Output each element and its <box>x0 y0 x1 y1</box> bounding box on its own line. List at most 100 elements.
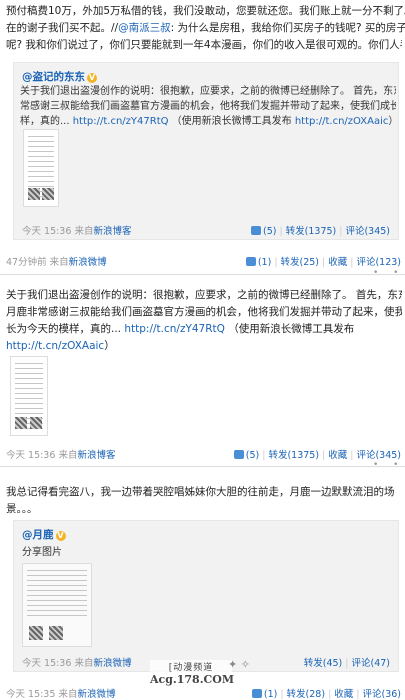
divider <box>0 274 405 275</box>
like-icon <box>250 226 261 235</box>
post3-like-button[interactable]: (1) <box>251 689 278 700</box>
repost-author-line: @盗记的东东 V <box>22 69 97 84</box>
post3-line2: 景。。。 <box>6 503 38 515</box>
post3-favorite[interactable]: 收藏 <box>334 689 353 700</box>
thumbnail-qr-icon <box>42 188 54 200</box>
post3-meta-right: (1) | 转发(28) | 收藏 | 评论(36) <box>251 686 401 700</box>
post1-line2-b: : 为什么是房租，我给你们买房子的钱呢? 买的房子 <box>170 22 405 34</box>
post1-source[interactable]: 新浪微博 <box>69 257 107 268</box>
post2-likes: (5) <box>245 450 260 461</box>
post1-line3: 呢? 我和你们说过了，你们只要能就到一年4本漫画，你们的收入是很可观的。你们人手… <box>6 39 402 51</box>
repost-body-l3-c: ） <box>388 116 396 127</box>
thumbnail-qr-icon <box>29 626 43 640</box>
post3-time[interactable]: 今天 15:35 <box>6 689 55 700</box>
watermark-line1: [动漫频道 <box>168 663 214 673</box>
post2-line3: 长为今天的模样，真的... http://t.cn/zY47RtQ （使用新浪长… <box>6 321 402 338</box>
post3-repost-box: @月鹿 V 分享图片 今天 15:36 来自新浪微博 转发(45) | 评论(47) <box>13 520 399 672</box>
repost-comment[interactable]: 评论(345) <box>345 226 390 237</box>
thumbnail-qr-icon <box>49 626 63 640</box>
post1-meta-left: 47分钟前 来自新浪微博 <box>6 254 107 268</box>
divider <box>0 466 405 467</box>
post1-meta-right: (1) | 转发(25) | 收藏 | 评论(123) <box>245 254 401 268</box>
like-icon <box>233 450 244 459</box>
repost-thumbnail[interactable] <box>23 129 59 207</box>
post2-forward[interactable]: 转发(1375) <box>268 450 319 461</box>
repost-likes: (5) <box>262 226 277 237</box>
repost-link-1[interactable]: http://t.cn/zY47RtQ <box>73 116 169 127</box>
repost-source[interactable]: 新浪博客 <box>93 226 131 237</box>
post1-text: 预付稿费10万，外加5万私借的钱，我们没敢动，您要就还您。我们账上就一分不剩了。… <box>6 3 405 54</box>
post2-thumbnail[interactable] <box>10 356 48 436</box>
repost-source[interactable]: 新浪微博 <box>93 658 131 669</box>
post2-line2: 月鹿非常感谢三叔能给我们画盗墓官方漫画的机会，他将我们发掘并带动了起来，使我们成 <box>6 306 402 318</box>
post1-line2: 在的谢子我们买不起。//@南派三叔: 为什么是房租，我给你们买房子的钱呢? 买的… <box>6 20 405 37</box>
post2-time[interactable]: 今天 15:36 <box>6 450 55 461</box>
repost-body-l3-b: （使用新浪长微博工具发布 <box>168 116 295 127</box>
post2-text: 关于我们退出盗漫创作的说明：很抱歉，应要求，之前的微博已经删除了。 首先，东东和… <box>6 287 402 355</box>
repost-time[interactable]: 今天 15:36 <box>22 658 71 669</box>
post2-link-2[interactable]: http://t.cn/zOXAaic <box>6 340 104 352</box>
post1-like-button[interactable]: (1) <box>245 257 272 268</box>
post3-line1: 我总记得看完盗八，我一边带着哭腔唱姊妹你大胆的往前走，月鹿一边默默流泪的场 <box>6 486 395 498</box>
repost-body: 关于我们退出盗漫创作的说明：很抱歉，应要求，之前的微博已经删除了。 首先，东东和… <box>20 84 396 129</box>
post2-source-prefix: 来自 <box>58 450 78 461</box>
repost-meta-left: 今天 15:36 来自新浪微博 <box>22 655 131 669</box>
thumbnail-qr-icon <box>28 188 40 200</box>
repost-author[interactable]: @盗记的东东 <box>22 71 85 83</box>
repost-source-prefix: 来自 <box>74 226 94 237</box>
mention-nanpai[interactable]: @南派三叔 <box>118 22 171 34</box>
post-separator-dots: • • <box>373 268 405 278</box>
verified-badge-icon: V <box>87 73 97 83</box>
repost-forward[interactable]: 转发(1375) <box>286 226 337 237</box>
post2-like-button[interactable]: (5) <box>233 450 260 461</box>
repost-like-button[interactable]: (5) <box>250 226 277 237</box>
post2-link-1[interactable]: http://t.cn/zY47RtQ <box>124 323 225 335</box>
post2-favorite[interactable]: 收藏 <box>328 450 347 461</box>
post1-comment[interactable]: 评论(123) <box>356 257 401 268</box>
post3-source-prefix: 来自 <box>58 689 78 700</box>
repost-link-2[interactable]: http://t.cn/zOXAaic <box>295 116 389 127</box>
repost-source-prefix: 来自 <box>74 658 94 669</box>
post1-favorite[interactable]: 收藏 <box>328 257 347 268</box>
post2-line4: http://t.cn/zOXAaic） <box>6 338 402 355</box>
post3-source[interactable]: 新浪微博 <box>77 689 115 700</box>
post3-comment[interactable]: 评论(36) <box>362 689 401 700</box>
post1-likes: (1) <box>257 257 272 268</box>
post2-source[interactable]: 新浪博客 <box>77 450 115 461</box>
post2-meta-left: 今天 15:36 来自新浪博客 <box>6 447 115 461</box>
post2-meta-right: (5) | 转发(1375) | 收藏 | 评论(345) <box>233 447 401 461</box>
repost-author[interactable]: @月鹿 <box>22 529 54 541</box>
post3-forward[interactable]: 转发(28) <box>287 689 326 700</box>
post3-meta-left: 今天 15:35 来自新浪微博 <box>6 686 115 700</box>
watermark-line2: Acg.178.COM <box>150 673 235 686</box>
verified-badge-icon: V <box>55 531 66 541</box>
repost-meta-right: 转发(45) | 评论(47) <box>303 658 390 669</box>
thumbnail-text-lines <box>27 570 87 620</box>
repost-body-l3-a: 样，真的... <box>20 116 73 127</box>
post-separator-dots: • • <box>373 460 405 470</box>
post3-text: 我总记得看完盗八，我一边带着哭腔唱姊妹你大胆的往前走，月鹿一边默默流泪的场 景。… <box>6 484 402 518</box>
post2-line1: 关于我们退出盗漫创作的说明：很抱歉，应要求，之前的微博已经删除了。 首先，东东和 <box>6 289 402 301</box>
repost-meta-left: 今天 15:36 来自新浪博客 <box>22 223 131 237</box>
post1-time[interactable]: 47分钟前 <box>6 257 47 268</box>
thumbnail-qr-icon <box>15 417 27 429</box>
post1-line2-a: 在的谢子我们买不起。// <box>6 22 119 34</box>
repost-meta-right: (5) | 转发(1375) | 评论(345) <box>250 223 390 237</box>
repost-comment[interactable]: 评论(47) <box>351 658 390 669</box>
post1-forward[interactable]: 转发(25) <box>281 257 320 268</box>
repost-sub: 分享图片 <box>22 547 62 558</box>
sparkle-icon: ✦ ✧ <box>228 658 250 671</box>
repost-forward[interactable]: 转发(45) <box>304 658 343 669</box>
repost-body-l3: 样，真的... http://t.cn/zY47RtQ （使用新浪长微博工具发布… <box>20 114 396 129</box>
repost-author-line: @月鹿 V <box>22 527 66 542</box>
like-icon <box>245 257 256 266</box>
post2-line3-b: （使用新浪长微博工具发布 <box>224 323 355 335</box>
site-watermark: [动漫频道 Acg.178.COM <box>150 660 235 686</box>
repost-body-l1: 关于我们退出盗漫创作的说明：很抱歉，应要求，之前的微博已经删除了。 首先，东东和… <box>20 86 396 97</box>
repost-body-l2: 常感谢三叔能给我们画盗墓官方漫画的机会，他将我们发掘并带动了起来，使我们成长为今… <box>20 101 396 112</box>
post1-source-prefix: 来自 <box>49 257 69 268</box>
repost-image-thumbnail[interactable] <box>22 563 92 647</box>
post3-likes: (1) <box>263 689 278 700</box>
repost-time[interactable]: 今天 15:36 <box>22 226 71 237</box>
post2-line3-a: 长为今天的模样，真的... <box>6 323 125 335</box>
